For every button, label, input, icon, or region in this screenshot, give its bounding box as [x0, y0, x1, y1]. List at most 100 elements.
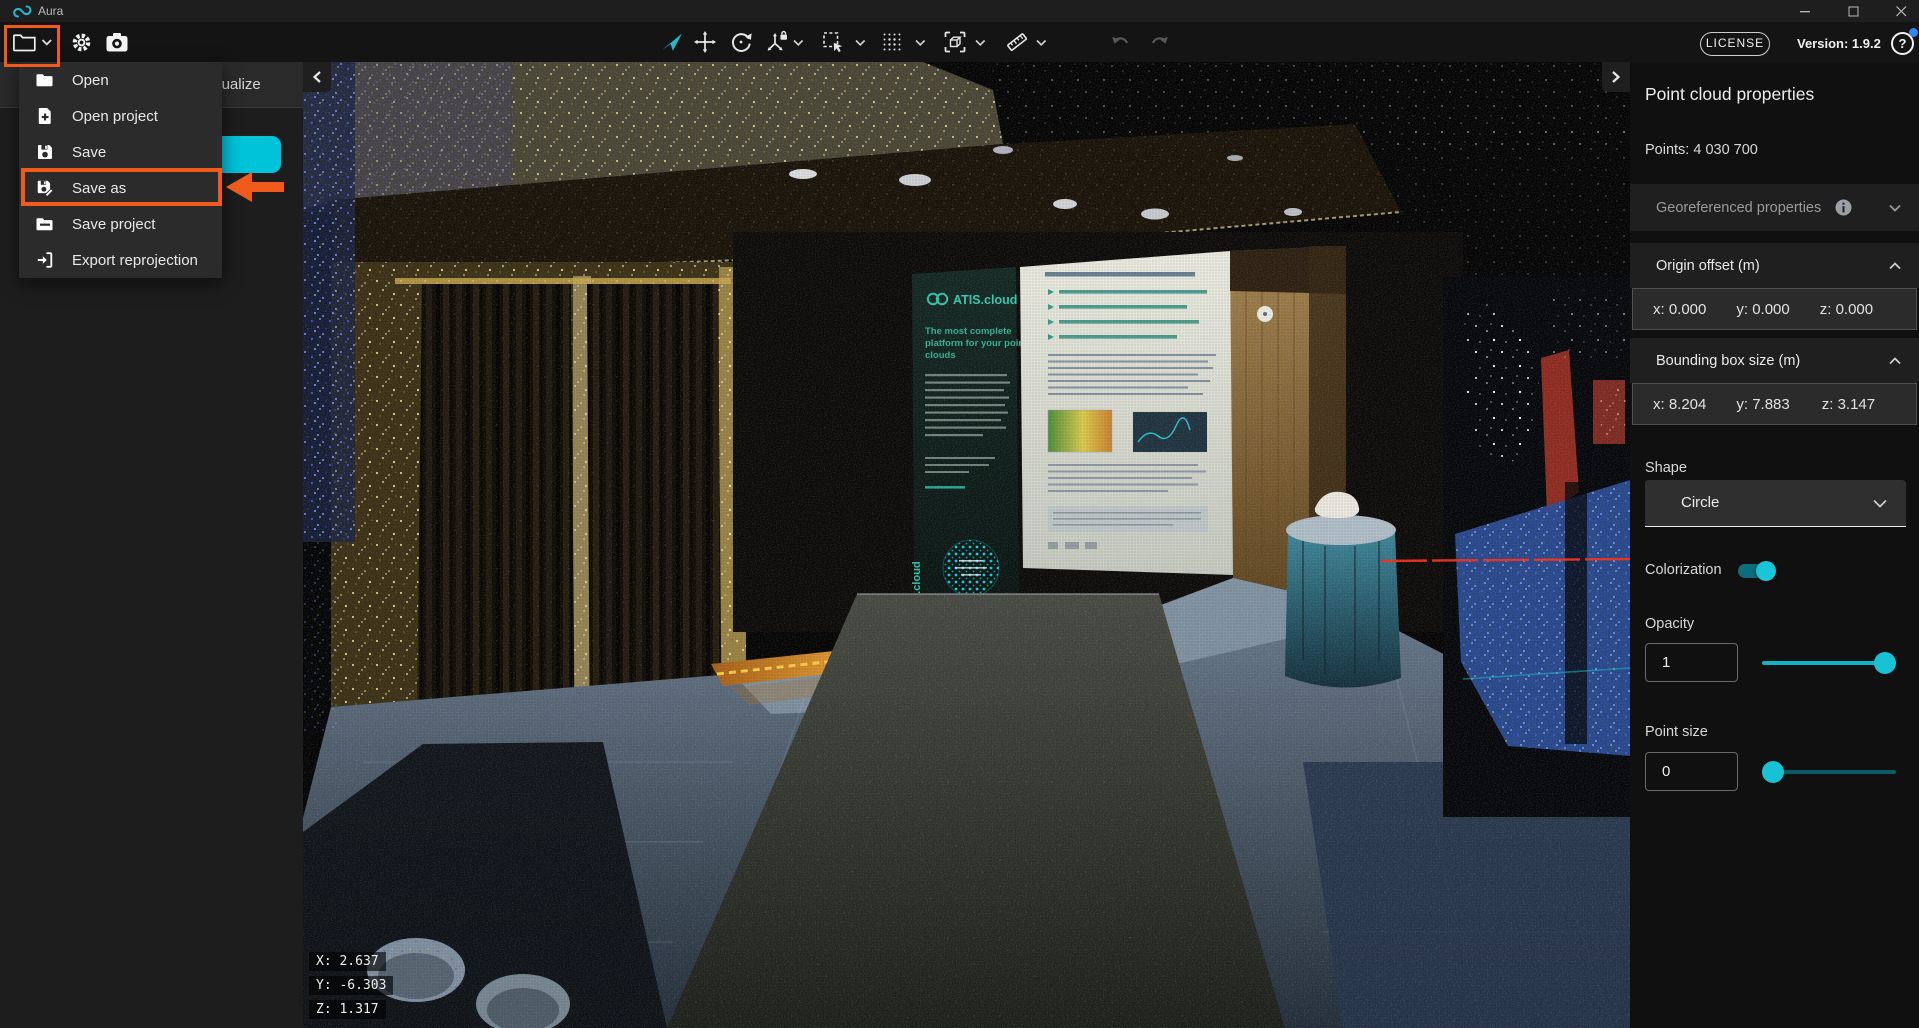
save-floppy-icon: [36, 143, 54, 161]
app-logo-icon: [13, 4, 33, 18]
annotation-box-save-as: [21, 168, 222, 206]
coord-z: Z: 1.317: [309, 1000, 386, 1019]
undo-button[interactable]: [1110, 32, 1132, 52]
chevron-down-icon: [1873, 499, 1887, 508]
chevron-up-icon: [1889, 262, 1901, 270]
help-notification-dot: [1909, 28, 1918, 37]
annotation-arrow-left-icon: [224, 170, 286, 204]
toggle-knob: [1756, 561, 1776, 581]
point-cloud-scene: ATIS.cloud The most complete platform fo…: [303, 62, 1630, 1028]
screenshot-button[interactable]: [105, 32, 129, 53]
origin-z: z: 0.000: [1820, 301, 1873, 318]
points-count: Points: 4 030 700: [1645, 142, 1758, 158]
point-grid-icon: [880, 30, 904, 54]
opacity-slider[interactable]: [1762, 652, 1896, 674]
box-select-icon: [943, 30, 967, 54]
transform-axes-tool-button[interactable]: [765, 30, 789, 54]
collapse-right-panel-tab[interactable]: [1602, 62, 1630, 92]
close-button[interactable]: [1886, 2, 1916, 20]
opacity-value: 1: [1662, 644, 1670, 681]
measure-chevron[interactable]: [1036, 39, 1047, 47]
colorization-label: Colorization: [1645, 562, 1722, 578]
main-toolbar: LICENSE Version: 1.9.2 ?: [0, 22, 1919, 62]
panel-title: Point cloud properties: [1645, 84, 1814, 105]
ruler-icon: [1005, 30, 1029, 54]
georeferenced-label: Georeferenced properties: [1656, 200, 1821, 216]
shape-label: Shape: [1645, 460, 1687, 476]
point-grid-tool-button[interactable]: [880, 30, 904, 54]
opacity-slider-knob[interactable]: [1874, 652, 1896, 674]
menu-item-save-project[interactable]: Save project: [19, 206, 222, 242]
box-select-chevron[interactable]: [975, 39, 986, 47]
maximize-icon: [1848, 6, 1859, 17]
origin-y: y: 0.000: [1736, 301, 1789, 318]
section-bounding-box[interactable]: Bounding box size (m): [1630, 338, 1919, 383]
chevron-right-icon: [1611, 71, 1621, 83]
box-select-tool-button[interactable]: [943, 30, 967, 54]
annotation-box-file-button: [4, 25, 60, 67]
menu-item-export-reprojection[interactable]: Export reprojection: [19, 242, 222, 278]
point-size-value: 0: [1662, 753, 1670, 790]
colorization-toggle[interactable]: [1738, 564, 1774, 578]
menu-item-open[interactable]: Open: [19, 62, 222, 98]
chevron-down-icon: [855, 39, 866, 47]
rectangle-select-tool-button[interactable]: [821, 30, 845, 54]
menu-item-label: Export reprojection: [72, 252, 198, 269]
point-grid-chevron[interactable]: [915, 39, 926, 47]
menu-item-label: Open: [72, 72, 109, 89]
origin-x: x: 0.000: [1653, 301, 1706, 318]
shape-value: Circle: [1681, 480, 1719, 526]
axes-lock-icon: [765, 30, 789, 54]
redo-button[interactable]: [1148, 32, 1170, 52]
menu-item-open-project[interactable]: Open project: [19, 98, 222, 134]
point-size-slider-knob[interactable]: [1762, 761, 1784, 783]
section-georeferenced-properties[interactable]: Georeferenced properties: [1630, 184, 1919, 231]
point-size-input[interactable]: 0: [1645, 752, 1738, 791]
origin-offset-label: Origin offset (m): [1656, 258, 1760, 274]
menu-item-save[interactable]: Save: [19, 134, 222, 170]
origin-offset-values: x: 0.000 y: 0.000 z: 0.000: [1632, 288, 1917, 330]
section-origin-offset[interactable]: Origin offset (m): [1630, 243, 1919, 288]
file-plus-icon: [36, 107, 54, 125]
chevron-down-icon: [975, 39, 986, 47]
close-icon: [1896, 6, 1907, 17]
gear-icon: [70, 31, 93, 54]
menu-item-label: Open project: [72, 108, 158, 125]
minimize-button[interactable]: [1790, 2, 1820, 20]
viewport-canvas[interactable]: ATIS.cloud The most complete platform fo…: [303, 62, 1630, 1028]
coord-y: Y: -6.303: [309, 976, 393, 995]
app-title: Aura: [38, 4, 63, 18]
bounding-box-label: Bounding box size (m): [1656, 353, 1800, 369]
chevron-up-icon: [1889, 357, 1901, 365]
settings-button[interactable]: [70, 31, 93, 54]
navigate-icon: [660, 30, 684, 54]
info-icon[interactable]: [1835, 199, 1852, 216]
maximize-button[interactable]: [1838, 2, 1868, 20]
rectangle-select-chevron[interactable]: [855, 39, 866, 47]
chevron-down-icon: [915, 39, 926, 47]
chevron-down-icon: [1889, 204, 1901, 212]
transform-axes-chevron[interactable]: [793, 39, 804, 47]
cursor-coordinates-overlay: X: 2.637 Y: -6.303 Z: 1.317: [309, 952, 393, 1024]
bounding-box-values: x: 8.204 y: 7.883 z: 3.147: [1632, 383, 1917, 425]
license-button[interactable]: LICENSE: [1700, 32, 1770, 56]
navigate-tool-button[interactable]: [660, 30, 684, 54]
point-size-slider[interactable]: [1762, 761, 1896, 783]
folder-open-icon: [36, 71, 54, 89]
rectangle-select-icon: [821, 30, 845, 54]
title-bar: Aura: [0, 0, 1919, 22]
pan-tool-button[interactable]: [693, 30, 717, 54]
redo-icon: [1148, 32, 1170, 52]
collapse-left-panel-tab[interactable]: [303, 62, 331, 92]
undo-icon: [1110, 32, 1132, 52]
coord-x: X: 2.637: [309, 952, 386, 971]
minimize-icon: [1800, 6, 1811, 16]
opacity-input[interactable]: 1: [1645, 643, 1738, 682]
chevron-down-icon: [1036, 39, 1047, 47]
chevron-left-icon: [312, 71, 322, 83]
shape-select[interactable]: Circle: [1645, 480, 1906, 527]
orbit-tool-button[interactable]: [729, 30, 753, 54]
measure-tool-button[interactable]: [1005, 30, 1029, 54]
export-icon: [36, 251, 54, 269]
camera-icon: [105, 32, 129, 53]
